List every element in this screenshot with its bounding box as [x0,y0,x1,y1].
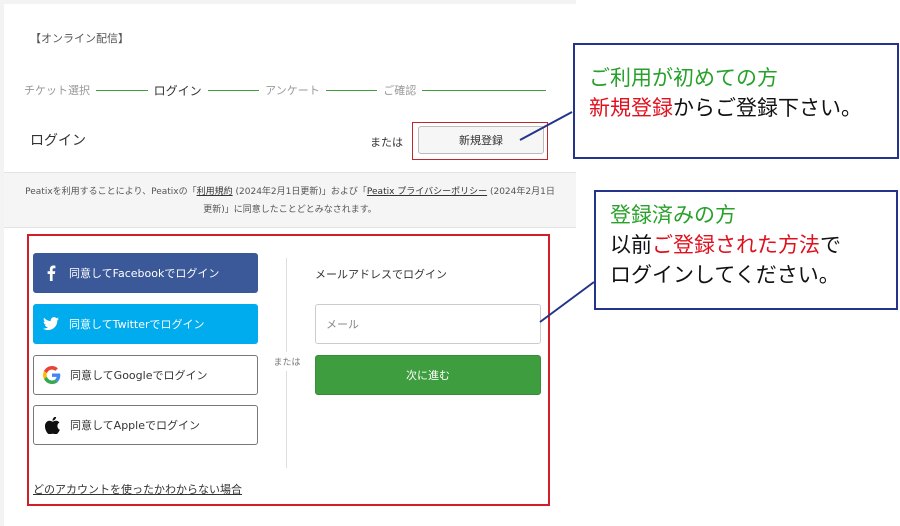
callout-pointer-email [539,281,595,323]
callout-new-title: ご利用が初めての方 [589,66,778,90]
callout-existing-title: 登録済みの方 [610,203,736,227]
callout-new-body: 新規登録からご登録下さい。 [589,93,885,123]
callout-existing-text: 以前 [610,233,652,257]
callout-existing-body: 以前ご登録された方法で [610,230,884,260]
callout-existing-text: ログインしてください。 [610,263,840,287]
callout-new-users: ご利用が初めての方 新規登録からご登録下さい。 [573,43,899,159]
callout-new-highlight: 新規登録 [589,96,673,120]
callout-pointer-register [519,111,573,141]
callout-existing-text: で [820,233,841,257]
callout-existing-highlight: ご登録された方法 [652,233,820,257]
callout-new-text: からご登録下さい。 [673,96,862,120]
callout-existing-users: 登録済みの方 以前ご登録された方法で ログインしてください。 [594,190,898,310]
